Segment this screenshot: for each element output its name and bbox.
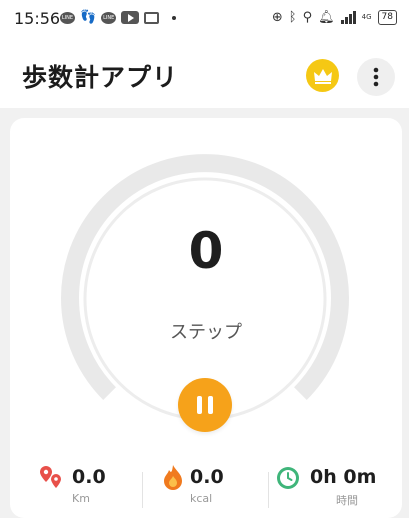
data-saver-icon: ⊕	[271, 10, 283, 25]
status-time: 15:56	[14, 9, 61, 28]
more-vert-icon	[373, 67, 379, 87]
youtube-notification-icon	[121, 11, 140, 24]
more-options-button[interactable]	[357, 58, 395, 96]
line-notification-icon: LINE	[60, 11, 75, 24]
clock-icon	[277, 467, 299, 489]
status-bar: 15:56 LINE 👣 LINE ⊕ ᛒ ⚲ 🔔︎ 4G 78	[0, 0, 409, 38]
line-notification-icon-2: LINE	[101, 11, 117, 24]
crown-icon	[313, 68, 332, 84]
network-type: 4G	[361, 13, 372, 21]
footsteps-notification-icon: 👣	[80, 10, 97, 25]
pause-button[interactable]	[178, 378, 232, 432]
stat-divider	[142, 472, 143, 508]
calories-label: kcal	[190, 492, 213, 505]
step-counter-card: 0 ステップ 0.0 Km 0.0 kcal 0h 0m 時間	[10, 118, 402, 518]
distance-label: Km	[72, 492, 90, 505]
calories-value: 0.0	[190, 466, 224, 488]
stats-row: 0.0 Km 0.0 kcal 0h 0m 時間	[10, 458, 402, 508]
system-icons: ⊕ ᛒ ⚲ 🔔︎ 4G 78	[272, 10, 397, 25]
notification-icons: LINE 👣 LINE	[60, 10, 177, 25]
location-route-icon	[40, 466, 61, 488]
app-bar: 歩数計アプリ	[0, 38, 409, 108]
more-notifications-dot-icon	[172, 15, 177, 20]
bluetooth-icon: ᛒ	[288, 10, 297, 25]
distance-value: 0.0	[72, 466, 106, 488]
calories-stat: 0.0 kcal	[158, 458, 258, 508]
time-stat: 0h 0m 時間	[276, 458, 396, 508]
time-value: 0h 0m	[310, 466, 377, 488]
app-title: 歩数計アプリ	[22, 63, 179, 92]
step-count: 0	[188, 222, 224, 280]
battery-icon: 78	[377, 10, 397, 25]
flame-icon	[164, 465, 182, 490]
step-label: ステップ	[170, 322, 242, 343]
location-icon: ⚲	[302, 10, 313, 25]
time-label: 時間	[336, 494, 358, 507]
pause-icon	[194, 396, 216, 414]
stat-divider	[268, 472, 269, 508]
screen-notification-icon	[144, 11, 160, 24]
signal-icon	[340, 11, 356, 24]
bell-icon: 🔔︎	[318, 10, 335, 25]
premium-button[interactable]	[306, 59, 339, 92]
distance-stat: 0.0 Km	[34, 458, 144, 508]
